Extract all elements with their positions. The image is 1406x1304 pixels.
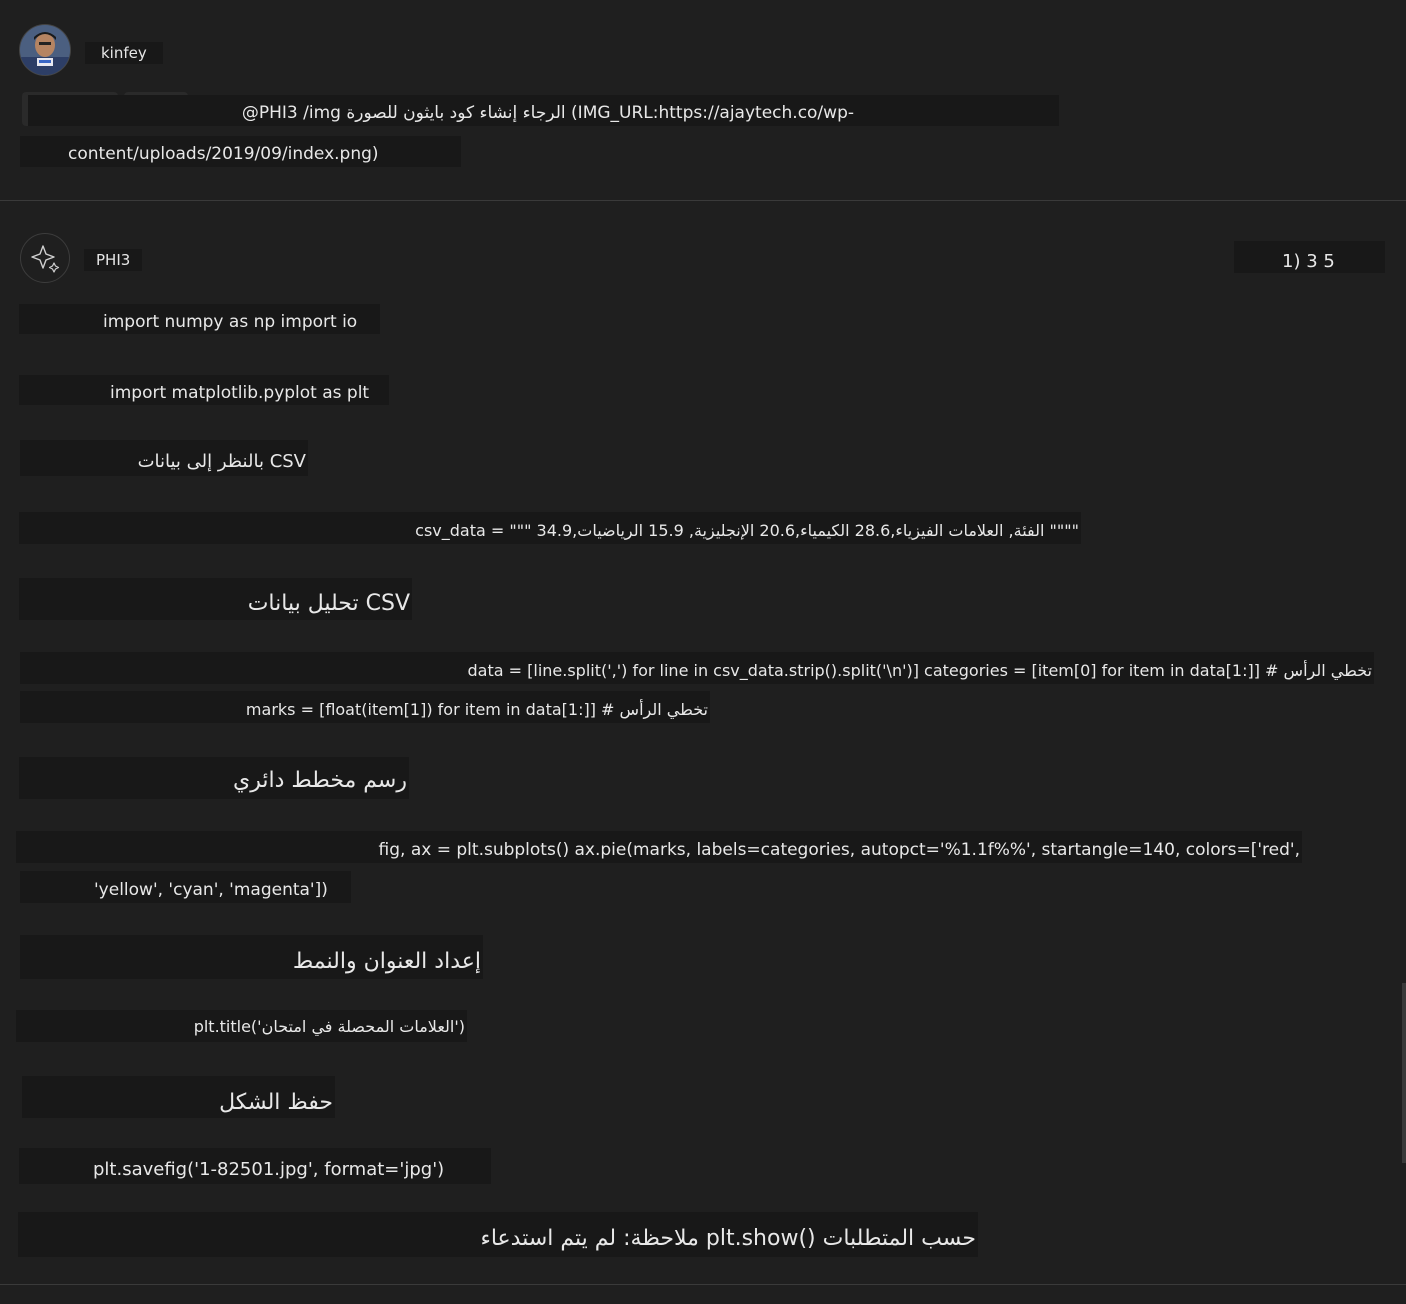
code-line: plt.savefig('1-82501.jpg', format='jpg') — [19, 1148, 491, 1184]
bot-name: PHI3 — [84, 249, 143, 271]
code-line: marks = [float(item[1]) for item in data… — [20, 691, 710, 723]
bot-avatar — [20, 233, 70, 283]
message-divider — [0, 1284, 1406, 1285]
section-heading: حفظ الشكل — [22, 1076, 335, 1118]
code-line: fig, ax = plt.subplots() ax.pie(marks, l… — [16, 831, 1302, 863]
user-avatar-photo-icon — [20, 25, 70, 75]
code-line: plt.title('العلامات المحصلة في امتحان') — [16, 1010, 467, 1042]
user-prompt-line: @PHI3 /img الرجاء إنشاء كود بايثون للصور… — [28, 95, 1059, 126]
vote-counter[interactable]: 1) 3 5 — [1234, 241, 1385, 273]
user-avatar — [20, 25, 70, 75]
user-prompt-line: content/uploads/2019/09/index.png) — [20, 136, 461, 167]
message-divider — [0, 200, 1406, 201]
code-line: import matplotlib.pyplot as plt — [19, 375, 389, 405]
response-note: ملاحظة: لم يتم استدعاء plt.show() حسب ال… — [18, 1212, 978, 1257]
code-line: import numpy as np import io — [19, 304, 380, 334]
code-line: csv_data = """ 34.9,الفئة, العلامات الفي… — [19, 512, 1081, 544]
section-heading: بالنظر إلى بيانات CSV — [20, 440, 308, 476]
section-heading: تحليل بيانات CSV — [19, 578, 412, 620]
scrollbar-thumb[interactable] — [1402, 983, 1406, 1163]
code-line: data = [line.split(',') for line in csv_… — [20, 652, 1374, 684]
code-line: 'yellow', 'cyan', 'magenta']) — [20, 871, 351, 903]
user-name: kinfey — [85, 42, 163, 64]
sparkle-icon — [31, 245, 60, 273]
section-heading: إعداد العنوان والنمط — [20, 935, 483, 979]
section-heading: رسم مخطط دائري — [19, 757, 409, 799]
